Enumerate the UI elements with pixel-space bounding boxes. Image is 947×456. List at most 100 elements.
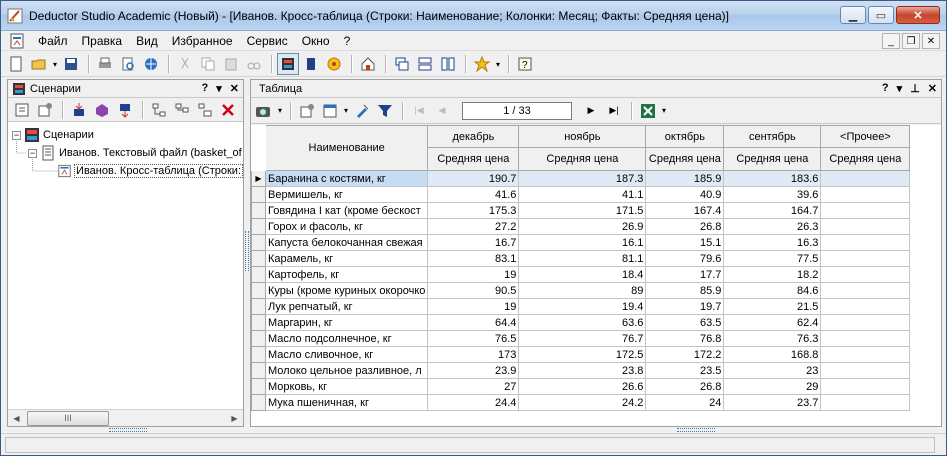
right-splitter-grip[interactable] — [677, 428, 715, 432]
value-cell[interactable]: 24 — [645, 394, 725, 411]
row-name-cell[interactable]: Горох и фасоль, кг — [264, 218, 429, 235]
value-cell[interactable]: 84.6 — [723, 282, 822, 299]
value-cell[interactable]: 16.1 — [518, 234, 647, 251]
value-cell[interactable]: 16.7 — [427, 234, 520, 251]
delete-icon[interactable] — [217, 99, 239, 121]
minimize-button[interactable]: ▁ — [840, 6, 866, 24]
panel-help-button[interactable]: ? — [202, 82, 209, 95]
close-button[interactable]: ✕ — [896, 6, 940, 24]
value-cell[interactable] — [820, 170, 911, 187]
first-page-icon[interactable]: |◀ — [408, 100, 430, 122]
value-cell[interactable] — [820, 362, 911, 379]
panel-menu-dropdown-icon[interactable]: ▾ — [216, 82, 222, 95]
filter-icon[interactable] — [374, 100, 396, 122]
column-header-month[interactable]: декабрь — [427, 125, 520, 148]
menu-view[interactable]: Вид — [129, 34, 165, 48]
browser-icon[interactable] — [140, 53, 162, 75]
value-cell[interactable] — [820, 330, 911, 347]
table-row[interactable]: Масло сливочное, кг 173 172.5 172.2 168.8 — [251, 346, 911, 363]
visualizer-icon[interactable] — [253, 100, 275, 122]
value-cell[interactable] — [820, 218, 911, 235]
value-cell[interactable]: 26.9 — [518, 218, 647, 235]
value-cell[interactable]: 83.1 — [427, 250, 520, 267]
page-indicator[interactable]: 1 / 33 — [462, 101, 572, 120]
column-header-measure[interactable]: Средняя цена — [427, 147, 520, 171]
settings-icon[interactable] — [34, 99, 56, 121]
value-cell[interactable] — [820, 282, 911, 299]
row-dimension-header[interactable]: Наименование — [264, 125, 429, 171]
row-indicator[interactable] — [251, 314, 266, 331]
value-cell[interactable]: 23.7 — [723, 394, 822, 411]
column-header-month[interactable]: октябрь — [645, 125, 725, 148]
table-row[interactable]: Морковь, кг 27 26.6 26.8 29 — [251, 378, 911, 395]
row-name-cell[interactable]: Вермишель, кг — [264, 186, 429, 203]
value-cell[interactable]: 168.8 — [723, 346, 822, 363]
row-indicator[interactable] — [251, 330, 266, 347]
value-cell[interactable]: 173 — [427, 346, 520, 363]
table-row[interactable]: Куры (кроме куриных окорочко 90.5 89 85.9 84… — [251, 282, 911, 299]
scroll-left-arrow-icon[interactable]: ◀ — [8, 410, 25, 427]
column-header-measure[interactable]: Средняя цена — [723, 147, 822, 171]
value-cell[interactable]: 27.2 — [427, 218, 520, 235]
value-cell[interactable]: 62.4 — [723, 314, 822, 331]
menu-edit[interactable]: Правка — [75, 34, 130, 48]
value-cell[interactable]: 183.6 — [723, 170, 822, 187]
value-cell[interactable]: 15.1 — [645, 234, 725, 251]
value-cell[interactable] — [820, 394, 911, 411]
table-row[interactable]: ▶ Баранина с костями, кг 190.7 187.3 185.9 18… — [251, 170, 911, 187]
edit-icon[interactable] — [351, 100, 373, 122]
value-cell[interactable]: 19.7 — [645, 298, 725, 315]
table-row[interactable]: Картофель, кг 19 18.4 17.7 18.2 — [251, 266, 911, 283]
scroll-right-arrow-icon[interactable]: ▶ — [226, 410, 243, 427]
handler-icon[interactable] — [91, 99, 113, 121]
value-cell[interactable]: 23 — [723, 362, 822, 379]
value-cell[interactable]: 172.5 — [518, 346, 647, 363]
row-name-cell[interactable]: Масло сливочное, кг — [264, 346, 429, 363]
value-cell[interactable]: 41.6 — [427, 186, 520, 203]
value-cell[interactable]: 26.3 — [723, 218, 822, 235]
tree-node-cross-table[interactable]: Иванов. Кросс-таблица (Строки: — [8, 162, 243, 180]
value-cell[interactable]: 24.4 — [427, 394, 520, 411]
table-row[interactable]: Масло подсолнечное, кг 76.5 76.7 76.8 76.3 — [251, 330, 911, 347]
value-cell[interactable] — [820, 346, 911, 363]
value-cell[interactable]: 21.5 — [723, 298, 822, 315]
mdi-close-button[interactable]: ✕ — [922, 33, 940, 49]
tree-expand-icon[interactable] — [148, 99, 170, 121]
home-icon[interactable] — [357, 53, 379, 75]
value-cell[interactable]: 167.4 — [645, 202, 725, 219]
menu-window[interactable]: Окно — [295, 34, 337, 48]
tree-copy-icon[interactable] — [194, 99, 216, 121]
value-cell[interactable]: 23.9 — [427, 362, 520, 379]
row-indicator[interactable] — [251, 186, 266, 203]
value-cell[interactable]: 40.9 — [645, 186, 725, 203]
value-cell[interactable]: 24.2 — [518, 394, 647, 411]
menu-help[interactable]: ? — [337, 34, 358, 48]
menu-file[interactable]: Файл — [31, 34, 75, 48]
value-cell[interactable]: 77.5 — [723, 250, 822, 267]
table-row[interactable]: Говядина I кат (кроме бескост 175.3 171.5 1… — [251, 202, 911, 219]
maximize-button[interactable]: ▭ — [868, 6, 894, 24]
row-name-cell[interactable]: Молоко цельное разливное, л — [264, 362, 429, 379]
row-name-cell[interactable]: Куры (кроме куриных окорочко — [264, 282, 429, 299]
value-cell[interactable]: 16.3 — [723, 234, 822, 251]
row-name-cell[interactable]: Мука пшеничная, кг — [264, 394, 429, 411]
value-cell[interactable] — [820, 186, 911, 203]
tree-collapse-toggle[interactable]: − — [12, 130, 21, 140]
table-row[interactable]: Карамель, кг 83.1 81.1 79.6 77.5 — [251, 250, 911, 267]
export-dropdown-icon[interactable]: ▾ — [660, 100, 668, 122]
open-folder-icon[interactable] — [28, 53, 50, 75]
row-indicator[interactable] — [251, 282, 266, 299]
favorites-dropdown-icon[interactable]: ▾ — [494, 53, 502, 75]
import-icon[interactable] — [68, 99, 90, 121]
value-cell[interactable]: 79.6 — [645, 250, 725, 267]
value-cell[interactable]: 41.1 — [518, 186, 647, 203]
value-cell[interactable]: 29 — [723, 378, 822, 395]
prev-page-icon[interactable]: ◀ — [431, 100, 453, 122]
tree-node-text-file[interactable]: − Иванов. Текстовый файл (basket_of — [8, 144, 243, 162]
paste-icon[interactable] — [220, 53, 242, 75]
column-header-month[interactable]: ноябрь — [518, 125, 647, 148]
value-cell[interactable]: 64.4 — [427, 314, 520, 331]
properties-icon[interactable] — [11, 99, 33, 121]
value-cell[interactable] — [820, 202, 911, 219]
row-indicator[interactable] — [251, 378, 266, 395]
